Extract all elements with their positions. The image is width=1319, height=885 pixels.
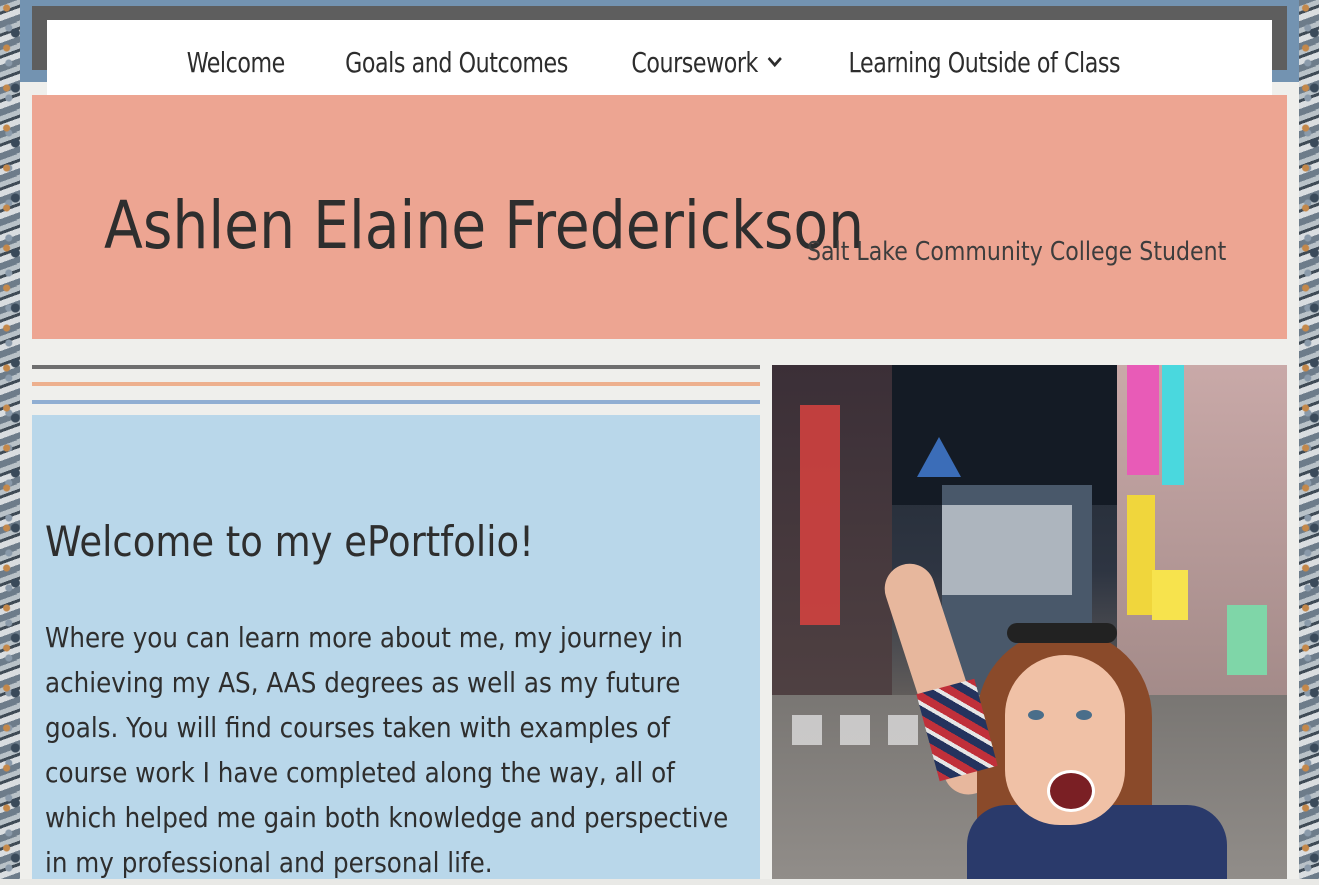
profile-photo <box>772 365 1287 879</box>
side-texture-left <box>0 0 22 879</box>
site-header: Ashlen Elaine Frederickson Salt Lake Com… <box>32 95 1287 339</box>
divider-gray <box>32 365 760 369</box>
site-tagline: Salt Lake Community College Student <box>807 237 1227 267</box>
nav-item-goals-and-outcomes[interactable]: Goals and Outcomes <box>328 46 584 79</box>
nav-item-label: Coursework <box>630 45 758 79</box>
nav-item-label: Welcome <box>186 45 286 79</box>
nav-item-learning-outside-of-class[interactable]: Learning Outside of Class <box>832 46 1137 79</box>
site-title[interactable]: Ashlen Elaine Frederickson <box>104 187 864 264</box>
welcome-section: Welcome to my ePortfolio! Where you can … <box>32 415 760 879</box>
welcome-heading: Welcome to my ePortfolio! <box>45 517 534 566</box>
divider-blue <box>32 400 760 404</box>
main-navigation: Welcome Goals and Outcomes Coursework Le… <box>47 20 1272 104</box>
welcome-body-text: Where you can learn more about me, my jo… <box>45 621 729 879</box>
nav-item-coursework[interactable]: Coursework <box>614 46 799 79</box>
divider-peach <box>32 382 760 386</box>
nav-item-label: Goals and Outcomes <box>344 45 568 79</box>
nav-item-label: Learning Outside of Class <box>848 45 1121 79</box>
nav-item-welcome[interactable]: Welcome <box>170 46 302 79</box>
chevron-down-icon[interactable] <box>766 52 782 73</box>
side-texture-right <box>1299 0 1319 879</box>
